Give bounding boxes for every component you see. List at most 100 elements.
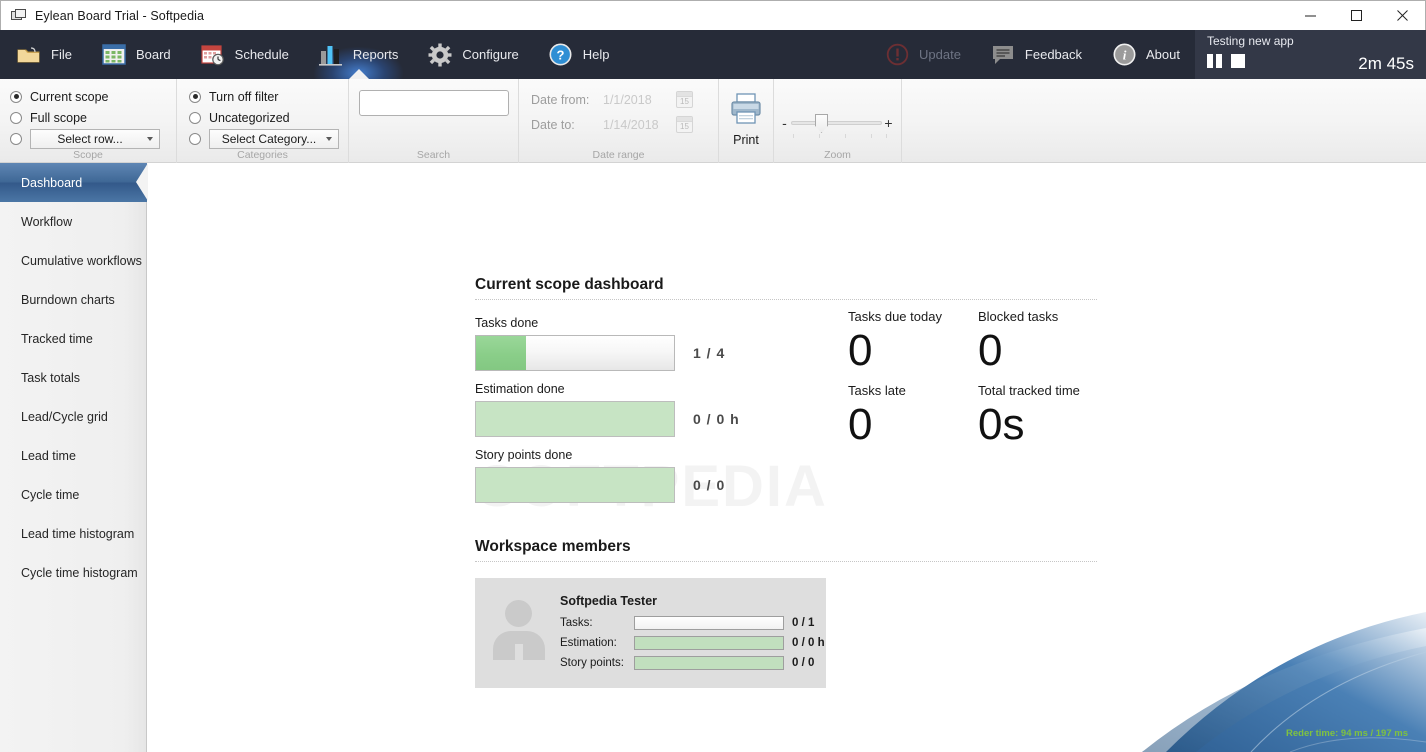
date-range-group: Date from: 1/1/2018 15 Date to: 1/14/201… — [519, 79, 719, 163]
sidebar-item-tracked-time[interactable]: Tracked time — [0, 319, 146, 358]
date-to-field[interactable]: 1/14/2018 15 — [603, 115, 693, 135]
scope-option-row[interactable]: Select row... — [10, 128, 176, 149]
ribbon-tab-configure[interactable]: Configure — [413, 30, 533, 79]
section-divider — [475, 299, 1097, 300]
member-metric-row: Estimation: 0 / 0 h — [560, 634, 825, 652]
render-time-status: Reder time: 94 ms / 197 ms — [1286, 728, 1408, 739]
calendar-icon[interactable]: 15 — [676, 91, 693, 108]
sidebar-item-cycle-time[interactable]: Cycle time — [0, 475, 146, 514]
select-row-dropdown[interactable]: Select row... — [30, 128, 160, 149]
zoom-slider[interactable]: - + — [774, 86, 901, 138]
zoom-group-label: Zoom — [824, 149, 851, 161]
about-button[interactable]: i About — [1097, 30, 1195, 79]
metric-value: 0 / 0 h — [693, 411, 740, 427]
update-button[interactable]: Update — [870, 30, 976, 79]
ribbon-tab-help[interactable]: ? Help — [534, 30, 625, 79]
ribbon-tab-schedule[interactable]: Schedule — [186, 30, 304, 79]
scope-option-current[interactable]: Current scope — [10, 86, 176, 107]
tasks-done-progress-bar — [475, 335, 675, 371]
member-metric-value: 0 / 0 h — [792, 637, 825, 649]
timer-elapsed: 2m 45s — [1358, 54, 1414, 73]
members-title: Workspace members — [475, 538, 631, 555]
member-metric-row: Tasks: 0 / 1 — [560, 614, 825, 632]
ribbon-tab-label: Help — [582, 47, 610, 62]
ribbon-tab-board[interactable]: Board — [87, 30, 186, 79]
date-to-row: Date to: 1/14/2018 15 — [531, 114, 718, 136]
update-label: Update — [919, 47, 961, 62]
scope-option-full[interactable]: Full scope — [10, 107, 176, 128]
category-option-off[interactable]: Turn off filter — [189, 86, 348, 107]
radio-icon — [10, 111, 22, 124]
close-icon[interactable] — [1379, 1, 1425, 30]
sidebar-item-label: Task totals — [21, 370, 81, 385]
search-input[interactable] — [358, 90, 509, 116]
sidebar-item-cycle-time-histogram[interactable]: Cycle time histogram — [0, 553, 146, 592]
timer-panel: Testing new app 2m 45s — [1195, 30, 1426, 79]
minimize-icon[interactable] — [1287, 1, 1333, 30]
speech-bubble-icon — [990, 42, 1016, 68]
stop-icon[interactable] — [1231, 54, 1245, 68]
zoom-group: - + Zoom — [774, 79, 902, 163]
zoom-thumb[interactable] — [815, 114, 828, 133]
ribbon-tab-reports[interactable]: Reports — [297, 30, 419, 79]
sidebar-item-burndown-charts[interactable]: Burndown charts — [0, 280, 146, 319]
date-to-value: 1/14/2018 — [603, 118, 659, 132]
calendar-day: 15 — [680, 97, 689, 106]
sidebar-item-cumulative-workflows[interactable]: Cumulative workflows — [0, 241, 146, 280]
zoom-out-button[interactable]: - — [778, 115, 791, 131]
stat-panel: Tasks due today 0 Blocked tasks 0 Tasks … — [848, 309, 1108, 452]
pause-icon[interactable] — [1207, 54, 1222, 68]
ribbon-tab-label: Configure — [462, 47, 519, 62]
board-grid-icon — [101, 42, 127, 68]
sidebar-item-lead-time[interactable]: Lead time — [0, 436, 146, 475]
member-card[interactable]: Softpedia Tester Tasks: 0 / 1 Estimation… — [475, 578, 826, 688]
sidebar-item-dashboard[interactable]: Dashboard — [0, 163, 148, 202]
select-category-dropdown[interactable]: Select Category... — [209, 128, 339, 149]
feedback-button[interactable]: Feedback — [976, 30, 1097, 79]
scope-group: Current scope Full scope Select row... S… — [0, 79, 177, 163]
metric-value: 1 / 4 — [693, 345, 726, 361]
zoom-track[interactable] — [791, 112, 887, 138]
stat-card: Tasks due today 0 — [848, 309, 978, 378]
date-range-group-label: Date range — [592, 149, 645, 161]
sidebar-item-task-totals[interactable]: Task totals — [0, 358, 146, 397]
svg-text:?: ? — [557, 48, 565, 63]
calendar-clock-icon — [200, 42, 226, 68]
svg-text:i: i — [1122, 47, 1126, 62]
exclamation-circle-icon — [884, 42, 910, 68]
stat-card: Total tracked time 0s — [978, 383, 1108, 452]
section-divider — [475, 561, 1097, 562]
ribbon-toolbar: Current scope Full scope Select row... S… — [0, 79, 1426, 163]
maximize-icon[interactable] — [1333, 1, 1379, 30]
zoom-track-bar — [791, 121, 882, 125]
ribbon-tab-label: Board — [135, 47, 171, 62]
radio-icon — [189, 132, 201, 145]
chevron-down-icon — [326, 136, 332, 141]
stat-label: Tasks due today — [848, 309, 942, 324]
chevron-down-icon — [147, 136, 153, 141]
category-option-select[interactable]: Select Category... — [189, 128, 348, 149]
scope-option-label: Current scope — [30, 89, 109, 104]
print-button[interactable]: Print — [719, 86, 773, 147]
story-points-done-progress-bar — [475, 467, 675, 503]
member-metric-label: Estimation: — [560, 637, 617, 649]
dashboard-panel: Current scope dashboard Tasks done 1 / 4… — [475, 276, 1097, 514]
calendar-icon[interactable]: 15 — [676, 116, 693, 133]
print-group: Print — [719, 79, 774, 163]
zoom-in-button[interactable]: + — [882, 115, 895, 131]
sidebar-item-workflow[interactable]: Workflow — [0, 202, 146, 241]
user-avatar-icon — [488, 598, 550, 662]
category-option-uncategorized[interactable]: Uncategorized — [189, 107, 348, 128]
sidebar-item-lead-time-histogram[interactable]: Lead time histogram — [0, 514, 146, 553]
stat-value: 0 — [848, 400, 873, 449]
stat-label: Blocked tasks — [978, 309, 1059, 324]
categories-group-label: Categories — [237, 149, 288, 161]
sidebar-item-lead-cycle-grid[interactable]: Lead/Cycle grid — [0, 397, 146, 436]
select-row-label: Select row... — [57, 131, 123, 146]
question-circle-icon: ? — [548, 42, 574, 68]
date-from-field[interactable]: 1/1/2018 15 — [603, 90, 693, 110]
sidebar-item-label: Lead/Cycle grid — [21, 409, 108, 424]
timer-task-name: Testing new app — [1207, 34, 1294, 48]
stat-value: 0s — [978, 400, 1025, 449]
ribbon-tab-file[interactable]: File — [0, 30, 87, 79]
